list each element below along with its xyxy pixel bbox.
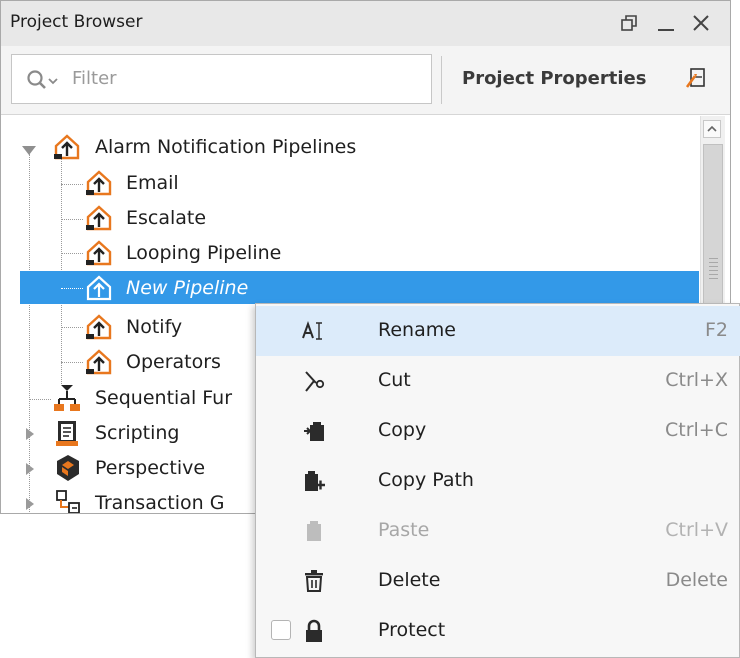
- pipeline-icon: [85, 240, 113, 270]
- script-icon: [55, 419, 81, 451]
- filter-input[interactable]: Filter: [11, 54, 432, 104]
- menu-item-paste[interactable]: Paste Ctrl+V: [256, 506, 740, 556]
- protect-checkbox[interactable]: [271, 620, 291, 640]
- menu-item-shortcut: Ctrl+X: [665, 369, 728, 391]
- menu-item-shortcut: Ctrl+V: [665, 519, 728, 541]
- tree-scrollbar[interactable]: [700, 116, 725, 306]
- panel-title: Project Browser: [10, 12, 143, 32]
- pipeline-icon: [53, 134, 81, 164]
- tree-node-email[interactable]: Email: [9, 166, 699, 200]
- expand-arrow-icon[interactable]: [21, 142, 37, 161]
- tree-node-label: Escalate: [126, 207, 207, 229]
- menu-item-cut[interactable]: Cut Ctrl+X: [256, 356, 740, 406]
- perspective-icon: [55, 454, 81, 486]
- chevron-up-icon: [707, 125, 717, 132]
- search-icon[interactable]: [26, 69, 62, 95]
- copy-path-icon: [302, 469, 326, 493]
- tree-node-label: Alarm Notification Pipelines: [95, 136, 357, 158]
- scroll-grip-line: [709, 258, 718, 259]
- menu-item-protect[interactable]: Protect: [256, 606, 740, 656]
- scroll-thumb[interactable]: [703, 144, 723, 304]
- panel-titlebar: Project Browser: [1, 1, 730, 47]
- tree-node-escalate[interactable]: Escalate: [9, 201, 699, 235]
- menu-item-shortcut: Delete: [665, 569, 728, 591]
- tree-node-label: Scripting: [95, 422, 180, 444]
- menu-item-rename[interactable]: Rename F2: [256, 306, 740, 356]
- minimize-icon[interactable]: [654, 11, 678, 35]
- paste-icon: [302, 519, 326, 543]
- tree-node-label: New Pipeline: [126, 277, 249, 299]
- sfc-icon: [53, 383, 81, 417]
- scroll-grip-line: [709, 266, 718, 267]
- tree-node-label: Perspective: [95, 457, 206, 479]
- pipeline-icon: [85, 170, 113, 200]
- tree-node-label: Sequential Fur: [95, 387, 233, 409]
- tree-node-label: Email: [126, 172, 179, 194]
- scroll-grip-line: [709, 278, 718, 279]
- tree-node-new-pipeline[interactable]: New Pipeline: [9, 271, 699, 305]
- lock-icon: [302, 619, 326, 643]
- tree-node-label: Transaction G: [95, 492, 225, 513]
- menu-item-label: Copy: [378, 419, 427, 441]
- toolbar-divider: [441, 56, 442, 104]
- context-menu: Rename F2 Cut Ctrl+X Copy Ctrl+C Copy Pa…: [255, 303, 740, 658]
- menu-item-copy[interactable]: Copy Ctrl+C: [256, 406, 740, 456]
- panel-toolbar: Filter Project Properties: [1, 46, 730, 115]
- restore-window-icon[interactable]: [618, 11, 642, 35]
- filter-placeholder: Filter: [72, 68, 117, 89]
- scissors-icon: [302, 369, 326, 393]
- tree-node-label: Notify: [126, 316, 183, 338]
- menu-item-copy-path[interactable]: Copy Path: [256, 456, 740, 506]
- collapse-arrow-icon[interactable]: [25, 426, 35, 445]
- project-properties-button[interactable]: Project Properties: [462, 68, 646, 89]
- collapse-arrow-icon[interactable]: [25, 461, 35, 480]
- menu-item-shortcut: F2: [704, 319, 728, 341]
- menu-item-label: Cut: [378, 369, 411, 391]
- tree-node-looping-pipeline[interactable]: Looping Pipeline: [9, 236, 699, 270]
- scroll-grip-line: [709, 270, 718, 271]
- tree-node-label: Operators: [126, 351, 221, 373]
- tree-node-alarm-notification-pipelines[interactable]: Alarm Notification Pipelines: [9, 130, 699, 164]
- menu-item-delete[interactable]: Delete Delete: [256, 556, 740, 606]
- menu-item-label: Protect: [378, 619, 446, 641]
- scroll-up-button[interactable]: [703, 120, 721, 138]
- pipeline-icon: [85, 275, 113, 305]
- menu-item-label: Paste: [378, 519, 430, 541]
- transaction-group-icon: [55, 489, 83, 513]
- menu-item-label: Copy Path: [378, 469, 474, 491]
- trash-icon: [302, 569, 326, 593]
- tree-node-label: Looping Pipeline: [126, 242, 282, 264]
- project-properties-icon[interactable]: [685, 66, 707, 94]
- rename-icon: [302, 319, 326, 343]
- scroll-grip-line: [709, 274, 718, 275]
- menu-item-label: Rename: [378, 319, 456, 341]
- collapse-arrow-icon[interactable]: [25, 496, 35, 513]
- pipeline-icon: [85, 349, 113, 379]
- pipeline-icon: [85, 205, 113, 235]
- pipeline-icon: [85, 314, 113, 344]
- close-icon[interactable]: [689, 11, 713, 35]
- menu-item-label: Delete: [378, 569, 441, 591]
- menu-item-shortcut: Ctrl+C: [665, 419, 728, 441]
- scroll-grip-line: [709, 262, 718, 263]
- copy-icon: [302, 419, 326, 443]
